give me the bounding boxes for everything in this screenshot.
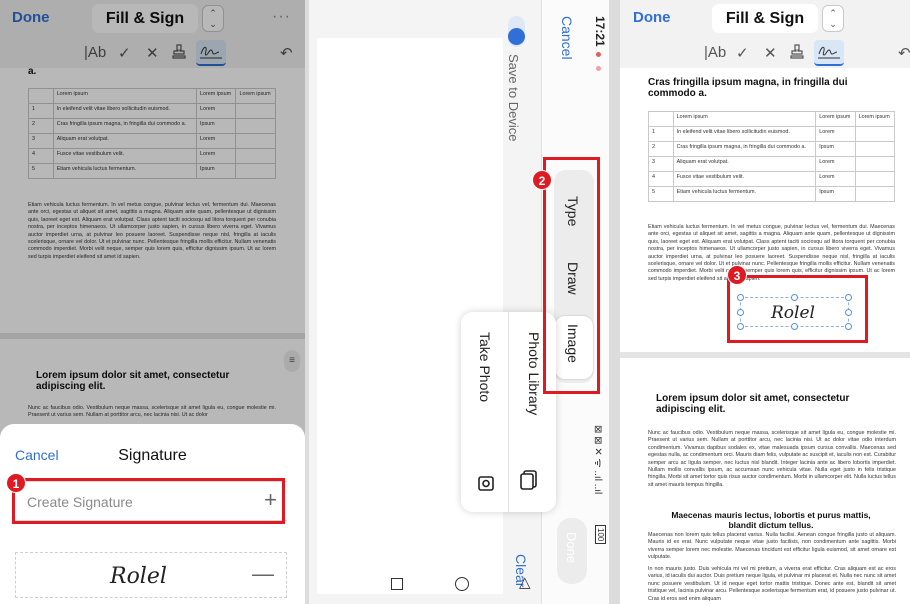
- check-tool-icon[interactable]: ✓: [736, 44, 749, 62]
- table-cell: Ipsum: [815, 186, 856, 202]
- signature-tool-icon[interactable]: [817, 44, 841, 64]
- doc-heading: Cras fringilla ipsum magna, in fringilla…: [648, 77, 848, 99]
- recents-icon[interactable]: [391, 578, 403, 590]
- table-cell: 2: [648, 141, 674, 157]
- doc-table-1: Lorem ipsum Lorem ipsum Lorem ipsum 1 In ele…: [648, 111, 896, 202]
- table-cell: Aliquam erat volutpat.: [672, 156, 817, 172]
- table-cell: Lorem: [815, 156, 856, 172]
- save-to-device-label: Save to Device: [506, 54, 521, 142]
- table-row: 5 Etiam vehicula luctus fermentum. Ipsum: [648, 186, 896, 202]
- table-cell: [854, 141, 896, 157]
- signature-text: Rolel: [109, 564, 167, 589]
- stamp-tool-icon[interactable]: [790, 44, 804, 63]
- status-icons: ⊠ ⊠ ✕ ᯤ ..ıl ..ıl: [592, 425, 603, 495]
- step-badge-2: 2: [532, 170, 552, 190]
- done-button[interactable]: Done: [633, 9, 671, 26]
- step-badge-1: 1: [6, 473, 26, 493]
- doc-heading: Lorem ipsum dolor sit amet, consectetur …: [656, 393, 850, 415]
- table-cell: Fusce vitae vestibulum velit.: [672, 171, 817, 187]
- table-cell: Ipsum: [815, 141, 856, 157]
- photo-library-option[interactable]: Photo Library: [526, 332, 542, 415]
- page-divider: [620, 352, 910, 358]
- android-nav-bar: △: [309, 570, 539, 604]
- table-header-row: Lorem ipsum Lorem ipsum Lorem ipsum: [648, 111, 896, 127]
- signature-image: Rolel: [109, 564, 167, 589]
- take-photo-option[interactable]: Take Photo: [477, 332, 493, 402]
- doc-paragraph: Maecenas non lorem quis tellus placerat …: [648, 532, 896, 561]
- table-header-cell: Lorem ipsum: [672, 111, 817, 127]
- doc-heading: Maecenas mauris lectus, lobortis et puru…: [671, 510, 871, 530]
- table-cell: Etiam vehicula luctus fermentum.: [672, 186, 817, 202]
- table-cell: Lorem: [815, 171, 856, 187]
- chevron-up-down-icon[interactable]: ⌃ ⌄: [822, 5, 844, 32]
- table-cell: [854, 156, 896, 172]
- done-button-label: Done: [564, 532, 579, 564]
- saved-signature-item[interactable]: Rolel —: [15, 552, 287, 598]
- status-dot-icon: [596, 66, 601, 71]
- table-row: 2 Cras fringilla ipsum magna, in fringill…: [648, 141, 896, 157]
- highlight-image-tab: [543, 157, 600, 394]
- toggle-knob[interactable]: [508, 28, 525, 45]
- doc-paragraph: In non mauris justo. Duis vehicula mi ve…: [648, 566, 896, 602]
- remove-signature-icon[interactable]: —: [252, 561, 274, 587]
- table-row: 3 Aliquam erat volutpat. Lorem: [648, 156, 896, 172]
- status-time: 17:21: [593, 16, 607, 47]
- menu-divider: [508, 312, 509, 512]
- highlight-placed-signature: [727, 275, 868, 343]
- home-icon[interactable]: [455, 577, 469, 591]
- table-cell: Cras fringilla ipsum magna, in fringilla…: [672, 141, 817, 157]
- doc-paragraph: Nunc ac faucibus odio. Vestibulum neque …: [648, 430, 896, 488]
- top-bar: Done Fill & Sign ⌃ ⌄: [620, 0, 910, 38]
- sheet-title: Signature: [118, 447, 187, 464]
- table-cell: 5: [648, 186, 674, 202]
- table-header-cell: Lorem ipsum: [854, 111, 896, 127]
- create-signature-screen: Save to Device Cancel Type Draw Image Ph…: [309, 0, 609, 604]
- table-cell: [854, 126, 896, 142]
- battery-icon: 100: [595, 525, 606, 545]
- markup-toolbar: |Ab ✓ ✕ ↶: [620, 38, 910, 68]
- step-badge-3: 3: [727, 265, 747, 285]
- table-header-cell: Lorem ipsum: [815, 111, 856, 127]
- table-cell: 3: [648, 156, 674, 172]
- status-dot-icon: [596, 52, 601, 57]
- panel-separator: [609, 0, 620, 604]
- back-icon[interactable]: △: [519, 573, 531, 591]
- table-cell: 1: [648, 126, 674, 142]
- table-cell: In eleifend velit vitae libero sollicitu…: [672, 126, 817, 142]
- table-row: 4 Fusce vitae vestibulum velit. Lorem: [648, 171, 896, 187]
- photo-library-icon[interactable]: [520, 470, 538, 495]
- cross-tool-icon[interactable]: ✕: [764, 44, 777, 62]
- page-title: Fill & Sign: [712, 4, 818, 33]
- table-cell: [854, 171, 896, 187]
- cancel-button[interactable]: Cancel: [559, 16, 575, 60]
- fill-sign-signature-panel: Done Fill & Sign ⌃ ⌄ ··· |Ab ✓ ✕ ↶ a. Lor…: [0, 0, 305, 604]
- table-header-cell: [648, 111, 674, 127]
- text-tool-icon[interactable]: |Ab: [704, 44, 726, 61]
- highlight-create-signature: [12, 478, 285, 524]
- table-cell: [854, 186, 896, 202]
- camera-icon[interactable]: [478, 474, 494, 497]
- table-cell: Lorem: [815, 126, 856, 142]
- undo-icon[interactable]: ↶: [898, 44, 910, 62]
- table-cell: 4: [648, 171, 674, 187]
- table-row: 1 In eleifend velit vitae libero sollicit…: [648, 126, 896, 142]
